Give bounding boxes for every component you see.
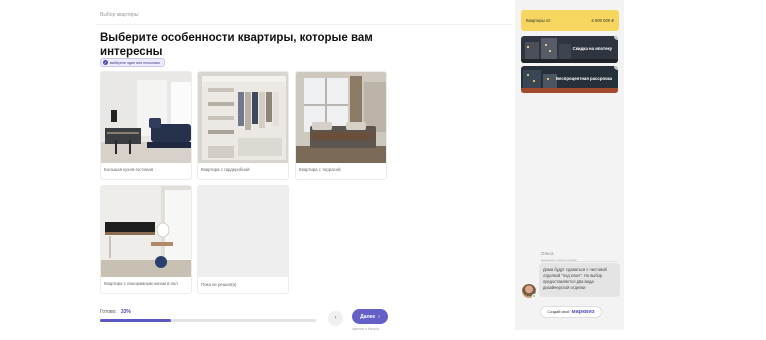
- promo-label: Скидка на ипотеку: [572, 46, 612, 51]
- manager-name: Ольга: [541, 251, 554, 256]
- empty-placeholder-image: [198, 186, 288, 277]
- option-card-panoramic[interactable]: Квартира с панорамным окном в пол: [100, 185, 192, 294]
- option-label: Квартира с панорамным окном в пол: [104, 281, 178, 286]
- price-banner: Квартиры от: 6 600 000 ₽: [521, 10, 619, 31]
- progress-label: Готово: 33%: [100, 309, 131, 315]
- avatar: [522, 284, 536, 298]
- option-card-terrace[interactable]: Квартира с террасой: [295, 71, 387, 180]
- arrow-right-icon: ›: [378, 313, 380, 320]
- create-prefix: Создай свой: [547, 310, 570, 314]
- quiz-area: Выбор квартиры Выберите особенности квар…: [0, 0, 512, 340]
- price-label: Квартиры от:: [526, 18, 552, 23]
- progress-bar: [100, 319, 316, 322]
- promo-installment[interactable]: Беспроцентная рассрочка i: [521, 66, 618, 93]
- next-label: Далее: [360, 313, 376, 320]
- manager-message: Дома будут сдаваться с чистовой отделкой…: [539, 263, 620, 297]
- option-card-undecided[interactable]: Пока не решил(а): [197, 185, 289, 294]
- option-label: Пока не решил(а): [201, 282, 237, 287]
- online-status-icon: [532, 294, 536, 298]
- progress-text: Готово:: [100, 309, 117, 315]
- question-title: Выберите особенности квартиры, которые в…: [100, 32, 373, 58]
- price-value: 6 600 000 ₽: [591, 18, 614, 23]
- manager-divider: [541, 261, 618, 262]
- promo-label: Беспроцентная рассрочка: [555, 76, 612, 81]
- kitchen-living-room-image: [101, 72, 191, 163]
- progress-percent: 33%: [120, 309, 131, 315]
- next-button[interactable]: Далее ›: [352, 309, 388, 324]
- chevron-left-icon: ‹: [334, 315, 337, 321]
- bedroom-terrace-image: [296, 72, 386, 163]
- info-icon[interactable]: i: [614, 66, 618, 70]
- wardrobe-image: [198, 72, 288, 163]
- option-card-wardrobe[interactable]: Квартира с гардеробной: [197, 71, 289, 180]
- made-with-link[interactable]: сделано в Marquiz: [352, 327, 379, 331]
- sidebar: Квартиры от: 6 600 000 ₽ Скидка на ипоте…: [515, 0, 624, 330]
- create-quiz-button[interactable]: Создай свой марквиз: [540, 306, 602, 318]
- breadcrumb: Выбор квартиры: [100, 12, 139, 18]
- check-icon: ✓: [103, 60, 108, 65]
- option-label: Большая кухня-гостиная: [104, 167, 154, 172]
- option-card-kitchen[interactable]: Большая кухня-гостиная: [100, 71, 192, 180]
- back-button[interactable]: ‹: [328, 311, 343, 326]
- multi-select-hint: ✓ выберите один или несколько: [100, 58, 166, 67]
- promo-mortgage[interactable]: Скидка на ипотеку i: [521, 36, 618, 63]
- marquiz-logo: марквиз: [571, 309, 595, 315]
- hint-label: выберите один или несколько: [110, 60, 161, 65]
- option-label: Квартира с гардеробной: [201, 167, 250, 172]
- header-divider: [96, 24, 512, 25]
- option-label: Квартира с террасой: [299, 167, 341, 172]
- info-icon[interactable]: i: [614, 36, 618, 40]
- progress-fill: [100, 319, 172, 322]
- panoramic-window-room-image: [101, 186, 191, 277]
